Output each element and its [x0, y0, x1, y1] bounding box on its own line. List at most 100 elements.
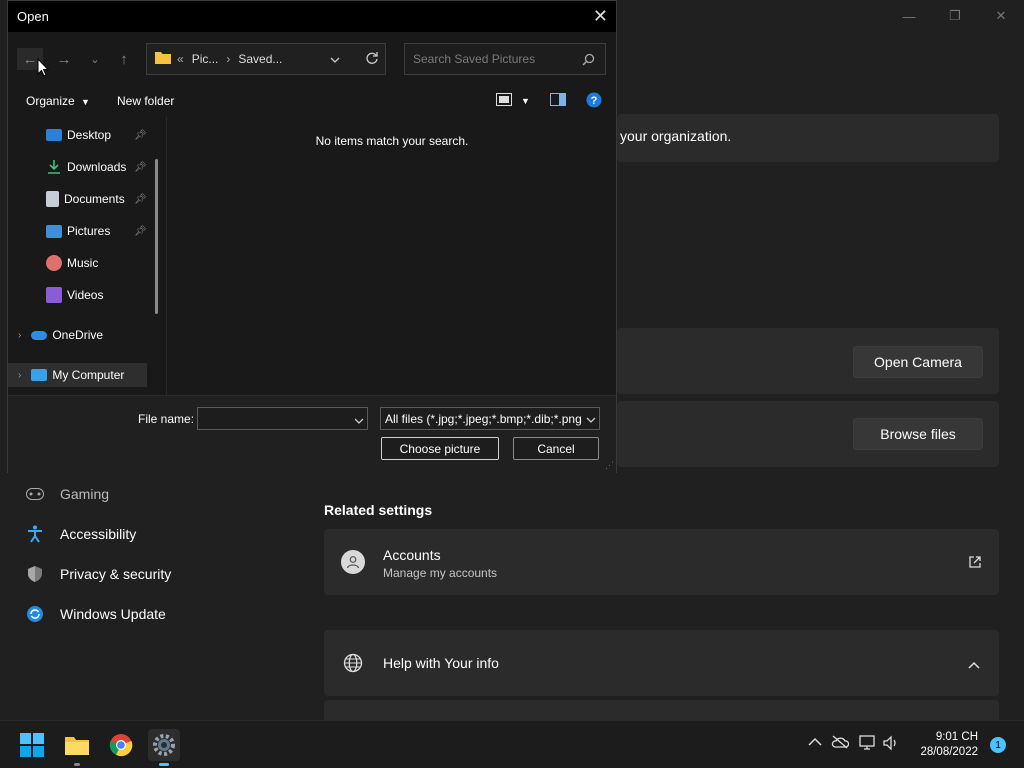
tree-item-videos[interactable]: Videos — [8, 283, 166, 307]
empty-message: No items match your search. — [315, 134, 469, 148]
pin-icon[interactable]: 📌︎ — [134, 226, 147, 237]
arrow-left-icon: ← — [22, 50, 38, 68]
pictures-icon — [46, 224, 62, 238]
close-icon[interactable]: ✕ — [593, 6, 608, 27]
system-clock[interactable]: 9:01 CH 28/08/2022 — [920, 730, 978, 760]
window-controls: — ❐ ✕ — [886, 0, 1024, 32]
open-camera-button[interactable]: Open Camera — [853, 346, 983, 378]
breadcrumb-saved[interactable]: Saved... — [238, 52, 282, 66]
minimize-button[interactable]: — — [886, 0, 932, 32]
sidebar-item-accessibility[interactable]: Accessibility — [24, 523, 136, 545]
new-folder-button[interactable]: New folder — [117, 94, 174, 108]
forward-button[interactable]: → — [51, 48, 77, 70]
caret-down-icon: ▼ — [81, 97, 90, 107]
chevron-down-icon: ⌄ — [90, 53, 100, 66]
chevron-up-icon[interactable] — [968, 656, 980, 674]
accessibility-icon — [24, 523, 46, 545]
file-name-dropdown-icon[interactable] — [354, 412, 364, 430]
organize-button[interactable]: Organize ▼ — [26, 94, 90, 108]
file-type-select[interactable]: All files (*.jpg;*.jpeg;*.bmp;*.dib;*.pn… — [380, 407, 600, 430]
cancel-button[interactable]: Cancel — [513, 437, 599, 460]
chrome-taskbar-button[interactable] — [105, 729, 137, 761]
sidebar-item-privacy[interactable]: Privacy & security — [24, 563, 171, 585]
sidebar-item-label: Accessibility — [60, 526, 137, 542]
onedrive-tray-icon[interactable] — [831, 735, 850, 752]
up-button[interactable]: ↑ — [111, 48, 137, 70]
file-list[interactable]: No items match your search. — [166, 117, 616, 395]
restore-button[interactable]: ❐ — [932, 0, 978, 32]
tree-item-onedrive[interactable]: › OneDrive — [8, 323, 166, 347]
windows-update-icon — [24, 603, 46, 625]
tree-item-downloads[interactable]: Downloads 📌︎ — [8, 155, 166, 179]
mouse-cursor-icon — [37, 57, 50, 82]
accounts-title: Accounts — [383, 547, 441, 563]
help-title: Help with Your info — [383, 655, 499, 671]
gaming-icon — [24, 483, 46, 505]
sidebar-item-label: Privacy & security — [60, 566, 172, 582]
dialog-titlebar[interactable]: Open ✕ — [8, 1, 616, 32]
volume-icon[interactable] — [882, 735, 900, 754]
file-type-dropdown-icon[interactable] — [585, 411, 598, 425]
file-name-input[interactable] — [197, 407, 368, 430]
onedrive-icon — [31, 330, 48, 340]
choose-picture-button[interactable]: Choose picture — [381, 437, 499, 460]
help-card-next — [324, 700, 999, 720]
browse-files-button[interactable]: Browse files — [853, 418, 983, 450]
notification-badge[interactable]: 1 — [990, 737, 1006, 753]
view-icon — [496, 93, 512, 106]
tree-item-music[interactable]: Music — [8, 251, 166, 275]
breadcrumb-overflow[interactable]: « — [177, 52, 184, 66]
windows-logo-icon — [20, 733, 44, 757]
tree-item-documents[interactable]: Documents 📌︎ — [8, 187, 166, 211]
pin-icon[interactable]: 📌︎ — [134, 194, 147, 205]
address-bar[interactable]: « Pic... › Saved... — [146, 43, 386, 75]
documents-icon — [46, 191, 59, 207]
clock-date: 28/08/2022 — [920, 746, 978, 758]
settings-taskbar-button[interactable] — [148, 729, 180, 766]
preview-pane-button[interactable] — [550, 93, 566, 109]
expand-chevron-icon[interactable]: › — [18, 330, 21, 341]
help-icon: ? — [586, 92, 602, 108]
search-input[interactable]: Search Saved Pictures — [404, 43, 606, 75]
sidebar-item-windows-update[interactable]: Windows Update — [24, 603, 166, 625]
computer-icon — [31, 369, 48, 381]
command-bar: Organize ▼ New folder ▼ ? — [8, 86, 616, 116]
taskbar: 9:01 CH 28/08/2022 1 — [0, 720, 1024, 768]
close-window-button[interactable]: ✕ — [978, 0, 1024, 32]
dialog-footer: File name: All files (*.jpg;*.jpeg;*.bmp… — [8, 395, 616, 473]
navigation-bar: ← → ⌄ ↑ « Pic... › Saved... Search Saved… — [8, 32, 616, 86]
chrome-icon — [109, 734, 133, 757]
file-explorer-taskbar-button[interactable] — [61, 729, 93, 766]
breadcrumb-pictures[interactable]: Pic... — [192, 52, 219, 66]
start-button[interactable] — [16, 729, 48, 761]
expand-chevron-icon[interactable]: › — [18, 370, 21, 381]
breadcrumb-separator-icon: › — [226, 52, 231, 66]
tree-item-desktop[interactable]: Desktop 📌︎ — [8, 123, 166, 147]
chevron-up-tray-icon[interactable] — [808, 735, 822, 750]
help-button[interactable]: ? — [586, 92, 602, 111]
music-icon — [46, 255, 62, 271]
search-placeholder: Search Saved Pictures — [413, 52, 536, 66]
avatar-icon — [341, 550, 365, 574]
address-dropdown-icon[interactable] — [330, 53, 340, 67]
tree-item-my-computer[interactable]: › My Computer — [8, 363, 147, 387]
network-icon[interactable] — [858, 735, 876, 754]
recent-locations-button[interactable]: ⌄ — [82, 48, 108, 70]
pin-icon[interactable]: 📌︎ — [134, 162, 147, 173]
pin-icon[interactable]: 📌︎ — [134, 130, 147, 141]
downloads-icon — [46, 159, 62, 175]
resize-grip-icon[interactable]: ⋰ — [605, 460, 614, 471]
refresh-icon[interactable] — [365, 51, 379, 68]
sidebar-item-gaming[interactable]: Gaming — [24, 483, 109, 505]
accounts-subtitle: Manage my accounts — [383, 566, 498, 580]
view-mode-button[interactable] — [496, 93, 512, 109]
arrow-right-icon: → — [56, 50, 72, 68]
search-icon[interactable] — [582, 53, 595, 69]
globe-icon — [343, 653, 363, 678]
tree-item-pictures[interactable]: Pictures 📌︎ — [8, 219, 166, 243]
external-link-icon[interactable] — [968, 555, 982, 574]
folder-icon — [155, 51, 171, 67]
view-dropdown-icon[interactable]: ▼ — [521, 96, 530, 106]
preview-pane-icon — [550, 93, 566, 106]
navigation-pane-scrollbar[interactable] — [155, 159, 158, 314]
